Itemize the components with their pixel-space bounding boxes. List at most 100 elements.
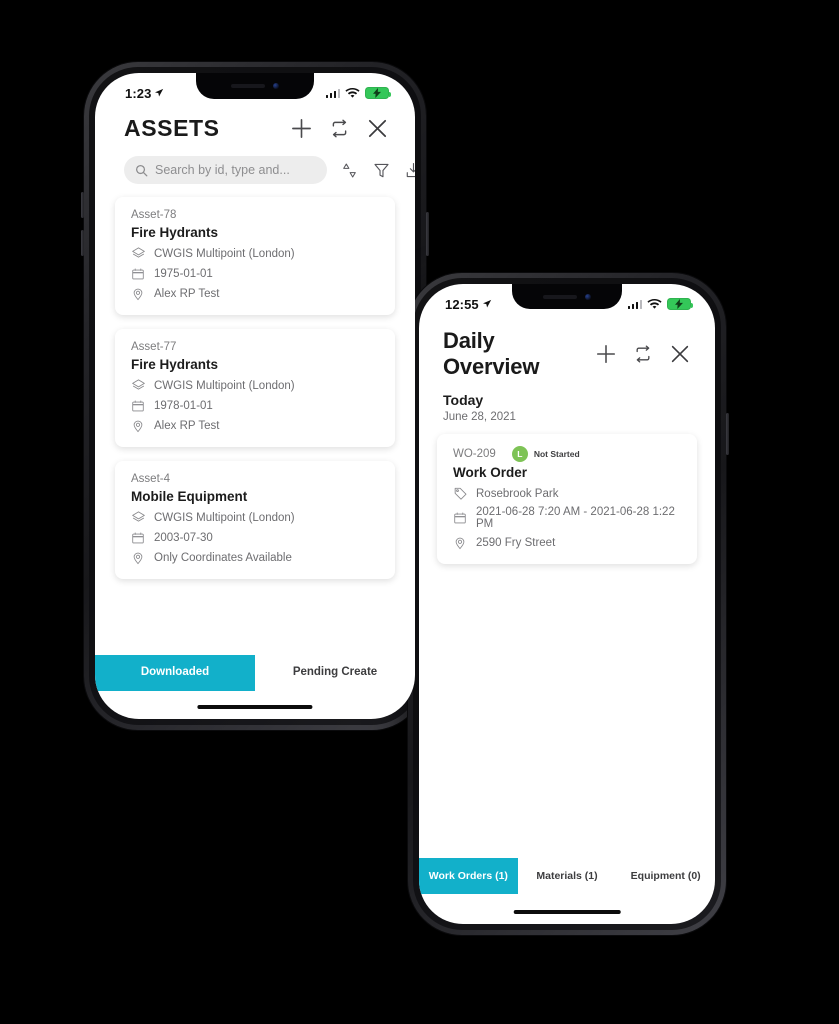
status-time-group: 1:23 bbox=[125, 86, 164, 101]
status-indicators bbox=[325, 87, 392, 99]
bottom-tabs: Downloaded Pending Create bbox=[95, 655, 415, 691]
work-order-title: Work Order bbox=[453, 465, 528, 480]
volume-down-button[interactable] bbox=[81, 230, 84, 256]
cellular-bars-icon bbox=[627, 299, 642, 309]
search-box[interactable] bbox=[124, 156, 327, 184]
work-order-id: WO-209 bbox=[453, 448, 496, 460]
work-orders-list: WO-209 L Not Started Work Order Rosebroo… bbox=[419, 423, 715, 564]
phone-device-daily-overview: 12:55 Daily Overview Today June 28, 2021… bbox=[405, 273, 729, 935]
asset-id: Asset-77 bbox=[131, 341, 177, 353]
asset-layer: CWGIS Multipoint (London) bbox=[154, 247, 295, 260]
wifi-icon bbox=[647, 298, 662, 309]
home-indicator[interactable] bbox=[197, 705, 313, 709]
asset-location-row: Alex RP Test bbox=[131, 418, 379, 433]
asset-layer: CWGIS Multipoint (London) bbox=[154, 379, 295, 392]
volume-up-button[interactable] bbox=[81, 192, 84, 218]
asset-date: 1978-01-01 bbox=[154, 399, 213, 412]
today-section-header: Today June 28, 2021 bbox=[419, 380, 715, 423]
asset-date: 2003-07-30 bbox=[154, 531, 213, 544]
power-button[interactable] bbox=[426, 212, 429, 256]
work-order-location: 2590 Fry Street bbox=[476, 536, 556, 549]
status-badge-dot: L bbox=[511, 446, 528, 462]
calendar-icon bbox=[453, 511, 468, 526]
tab-materials[interactable]: Materials (1) bbox=[518, 858, 617, 894]
tab-downloaded[interactable]: Downloaded bbox=[95, 655, 255, 691]
wifi-icon bbox=[345, 87, 360, 98]
add-icon[interactable] bbox=[290, 117, 313, 140]
status-time: 12:55 bbox=[445, 296, 479, 312]
asset-date-row: 1978-01-01 bbox=[131, 398, 379, 413]
asset-title: Mobile Equipment bbox=[131, 489, 248, 504]
layers-icon bbox=[131, 378, 146, 393]
asset-date: 1975-01-01 bbox=[154, 267, 213, 280]
asset-layer-row: CWGIS Multipoint (London) bbox=[131, 378, 379, 393]
tab-work-orders[interactable]: Work Orders (1) bbox=[419, 858, 518, 894]
asset-card[interactable]: Asset-4 Mobile Equipment CWGIS Multipoin… bbox=[115, 461, 395, 579]
section-title: Today bbox=[443, 392, 484, 408]
status-time-group: 12:55 bbox=[445, 297, 492, 312]
status-bar: 1:23 bbox=[95, 73, 415, 107]
cellular-bars-icon bbox=[325, 88, 340, 98]
asset-id: Asset-4 bbox=[131, 473, 170, 485]
work-order-date: 2021-06-28 7:20 AM - 2021-06-28 1:22 PM bbox=[476, 506, 675, 530]
work-order-tag: Rosebrook Park bbox=[476, 487, 559, 500]
asset-layer-row: CWGIS Multipoint (London) bbox=[131, 246, 379, 261]
close-icon[interactable] bbox=[669, 343, 691, 365]
header-actions bbox=[595, 343, 691, 365]
app-header: ASSETS bbox=[95, 107, 415, 142]
section-date: June 28, 2021 bbox=[443, 411, 516, 423]
search-row bbox=[95, 142, 415, 184]
header-actions bbox=[290, 117, 389, 140]
layers-icon bbox=[131, 510, 146, 525]
calendar-icon bbox=[131, 266, 146, 281]
phone2-screen: 12:55 Daily Overview Today June 28, 2021… bbox=[419, 284, 715, 924]
status-badge-label: Not Started bbox=[533, 449, 580, 459]
sync-icon[interactable] bbox=[329, 118, 350, 139]
calendar-icon bbox=[131, 398, 146, 413]
asset-location: Alex RP Test bbox=[154, 287, 220, 300]
location-pin-icon bbox=[131, 550, 146, 565]
download-icon[interactable] bbox=[404, 161, 415, 180]
search-input[interactable] bbox=[155, 163, 316, 177]
tag-icon bbox=[453, 486, 468, 501]
asset-title: Fire Hydrants bbox=[131, 357, 219, 372]
asset-location: Alex RP Test bbox=[154, 419, 220, 432]
page-title: ASSETS bbox=[124, 115, 220, 141]
tab-equipment[interactable]: Equipment (0) bbox=[616, 858, 715, 894]
asset-card[interactable]: Asset-77 Fire Hydrants CWGIS Multipoint … bbox=[115, 329, 395, 447]
sync-icon[interactable] bbox=[633, 344, 653, 364]
app-header: Daily Overview bbox=[419, 318, 715, 380]
filter-icon[interactable] bbox=[372, 161, 391, 180]
phone-device-assets: 1:23 ASSETS Search by id, type and... As… bbox=[81, 62, 429, 730]
screenshot-stage: 1:23 ASSETS Search by id, type and... As… bbox=[0, 0, 839, 1024]
work-order-card-header: WO-209 L Not Started bbox=[453, 446, 681, 462]
power-button[interactable] bbox=[726, 413, 729, 455]
location-arrow-icon bbox=[482, 299, 491, 308]
home-indicator[interactable] bbox=[513, 910, 621, 914]
status-badge: L Not Started bbox=[511, 446, 580, 462]
status-time: 1:23 bbox=[125, 85, 152, 101]
layers-icon bbox=[131, 246, 146, 261]
asset-card[interactable]: Asset-78 Fire Hydrants CWGIS Multipoint … bbox=[115, 197, 395, 315]
sort-icon[interactable] bbox=[340, 161, 359, 180]
location-pin-icon bbox=[453, 535, 468, 550]
calendar-icon bbox=[131, 530, 146, 545]
location-pin-icon bbox=[131, 286, 146, 301]
work-order-location-row: 2590 Fry Street bbox=[453, 535, 681, 550]
asset-date-row: 1975-01-01 bbox=[131, 266, 379, 281]
asset-location: Only Coordinates Available bbox=[154, 551, 292, 564]
page-title: Daily Overview bbox=[443, 328, 540, 379]
close-icon[interactable] bbox=[366, 117, 389, 140]
asset-title: Fire Hydrants bbox=[131, 225, 219, 240]
tab-pending-create[interactable]: Pending Create bbox=[255, 655, 415, 691]
asset-layer-row: CWGIS Multipoint (London) bbox=[131, 510, 379, 525]
location-arrow-icon bbox=[155, 88, 164, 97]
status-indicators bbox=[627, 298, 694, 310]
asset-layer: CWGIS Multipoint (London) bbox=[154, 511, 295, 524]
work-order-card[interactable]: WO-209 L Not Started Work Order Rosebroo… bbox=[437, 434, 697, 564]
assets-list: Asset-78 Fire Hydrants CWGIS Multipoint … bbox=[95, 184, 415, 579]
location-pin-icon bbox=[131, 418, 146, 433]
asset-location-row: Alex RP Test bbox=[131, 286, 379, 301]
add-icon[interactable] bbox=[595, 343, 617, 365]
status-bar: 12:55 bbox=[419, 284, 715, 318]
